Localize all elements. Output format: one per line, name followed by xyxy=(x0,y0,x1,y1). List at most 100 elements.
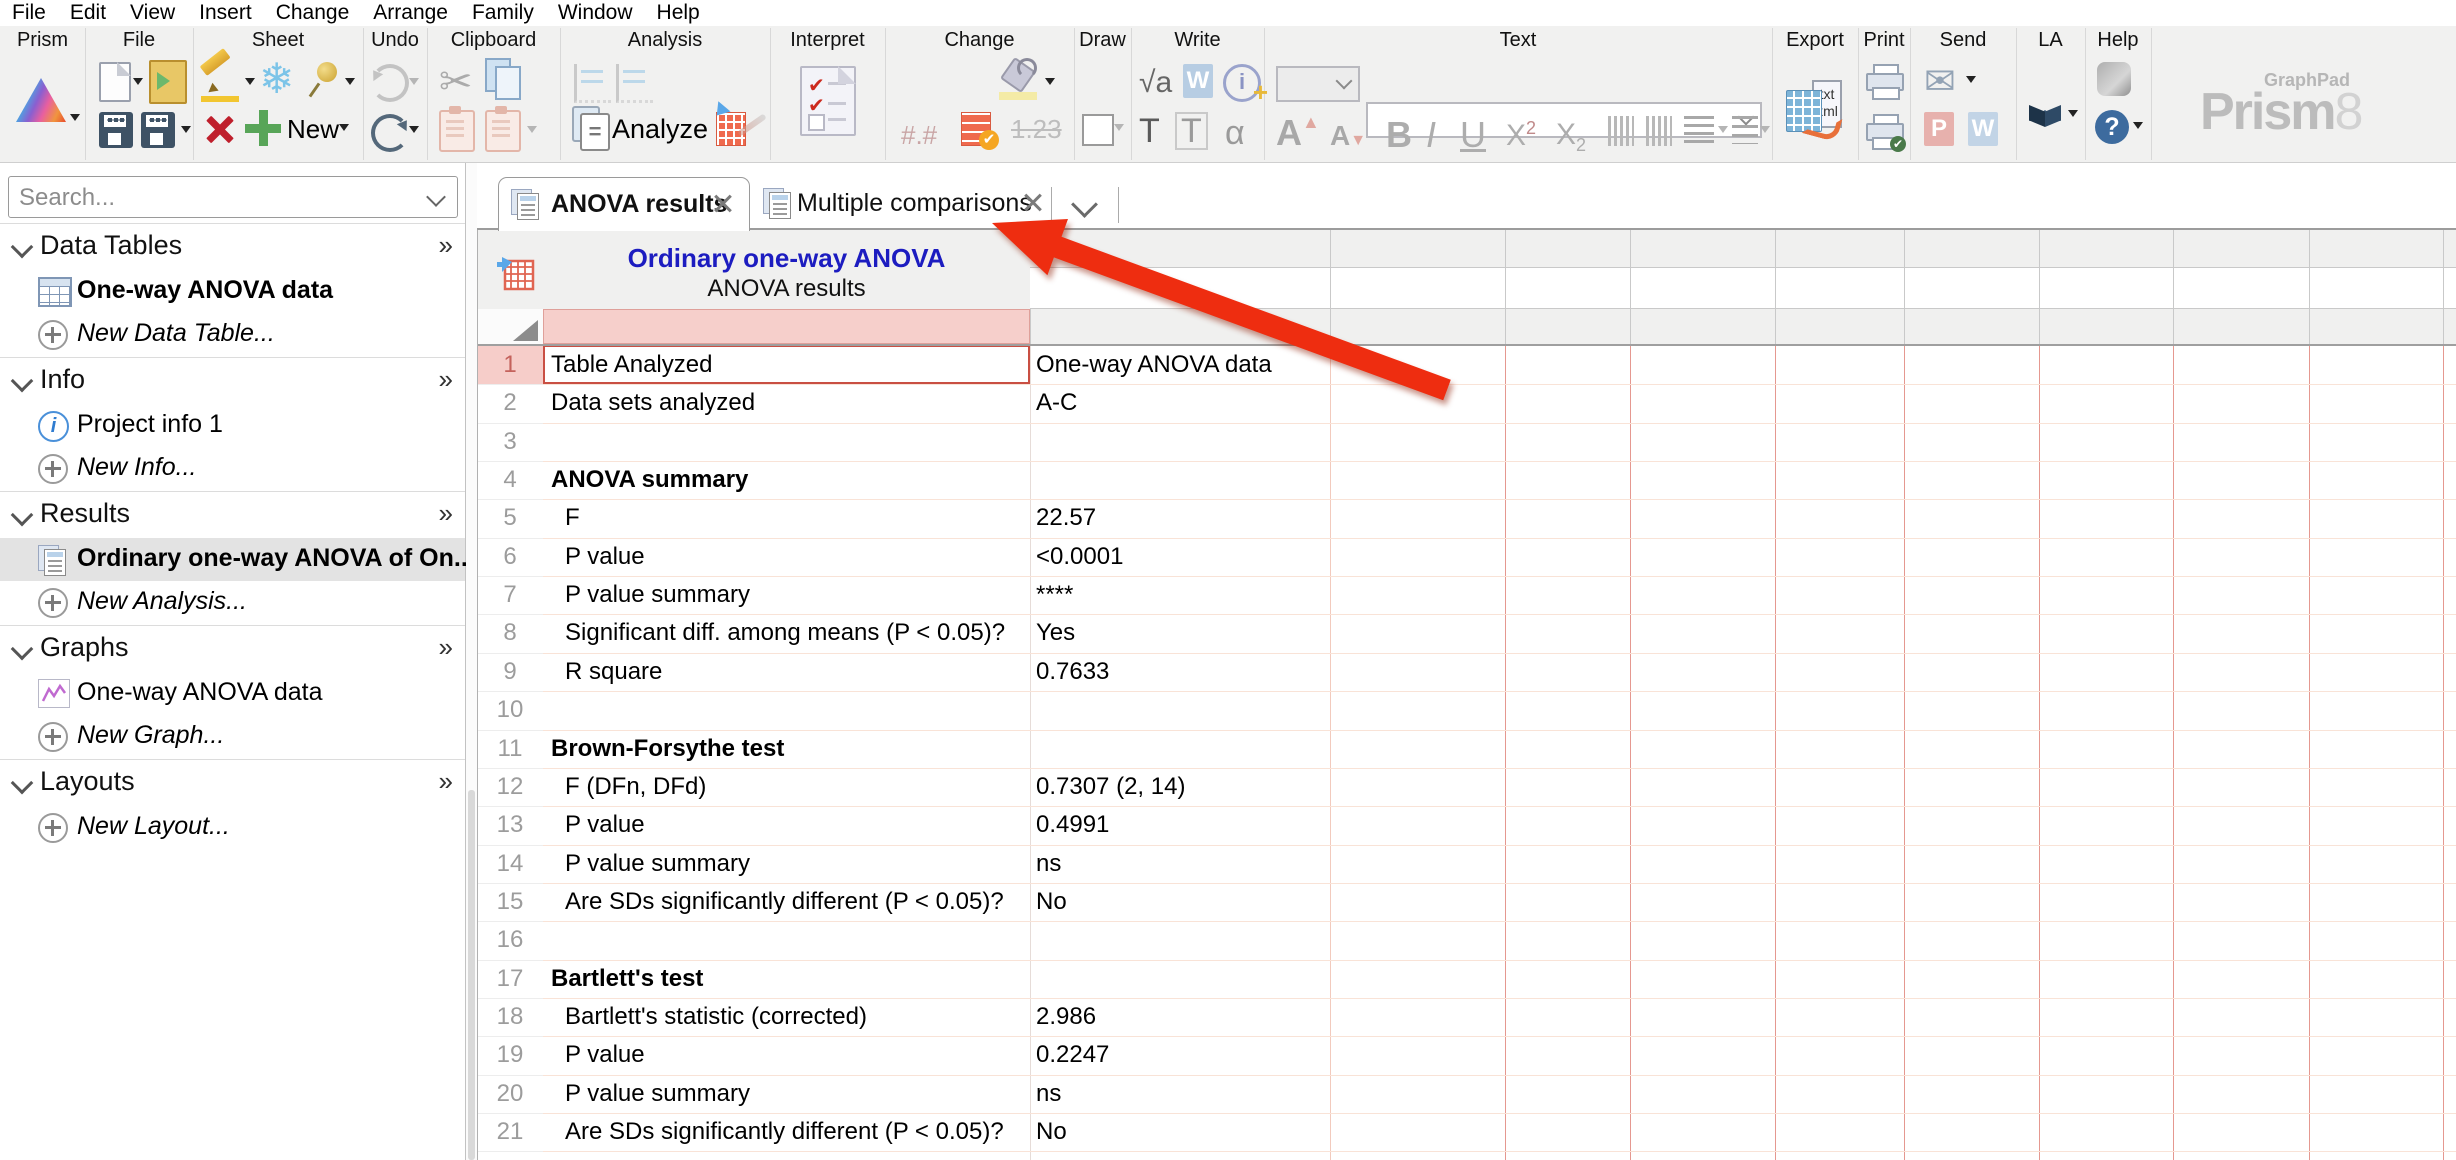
row-number[interactable]: 2 xyxy=(477,384,543,422)
row-label-cell[interactable]: R square xyxy=(565,653,1037,691)
row-value-cell[interactable] xyxy=(1036,461,1326,499)
copy-icon[interactable] xyxy=(485,58,519,98)
superscript-icon[interactable]: X2 xyxy=(1506,118,1536,153)
analyze-button[interactable]: Analyze xyxy=(612,114,708,145)
row-value-cell[interactable]: 0.7633 xyxy=(1036,653,1326,691)
rotate-text-icon[interactable] xyxy=(1608,116,1634,146)
row-number[interactable]: 12 xyxy=(477,768,543,806)
save-dropdown-icon[interactable] xyxy=(181,126,191,138)
row-number[interactable]: 4 xyxy=(477,461,543,499)
row-value-cell[interactable]: 2.986 xyxy=(1036,998,1326,1036)
menu-window[interactable]: Window xyxy=(546,1,645,25)
new-sheet-label[interactable]: New xyxy=(287,114,339,145)
row-label-cell[interactable]: ANOVA summary xyxy=(551,461,1023,499)
number-format-icon[interactable]: #.# xyxy=(901,122,937,148)
subscript-icon[interactable]: X2 xyxy=(1556,118,1586,156)
row-label-cell[interactable] xyxy=(551,1151,1023,1160)
interpret-checklist-icon[interactable]: ✔✔ xyxy=(800,66,856,136)
row-number[interactable]: 7 xyxy=(477,576,543,614)
row-value-cell[interactable]: No xyxy=(1036,1113,1326,1151)
row-value-cell[interactable]: Yes xyxy=(1036,614,1326,652)
new-sheet-icon[interactable] xyxy=(245,110,281,146)
undo-icon[interactable] xyxy=(371,114,409,152)
row-value-cell[interactable]: A-C xyxy=(1036,384,1326,422)
chevron-down-icon[interactable] xyxy=(11,236,34,259)
row-number[interactable]: 3 xyxy=(477,423,543,461)
row-value-cell[interactable]: 0.4991 xyxy=(1036,806,1326,844)
row-number[interactable]: 6 xyxy=(477,538,543,576)
row-label-cell[interactable]: Brown-Forsythe test xyxy=(551,730,1023,768)
analysis-params-icon[interactable] xyxy=(574,64,611,103)
paint-dropdown-icon[interactable] xyxy=(1045,78,1055,90)
pane-splitter[interactable] xyxy=(466,163,477,1160)
row-value-cell[interactable]: <0.0001 xyxy=(1036,538,1326,576)
sidebar-section-data-tables[interactable]: Data Tables» xyxy=(0,225,465,269)
row-label-cell[interactable]: Bartlett's statistic (corrected) xyxy=(565,998,1037,1036)
menu-file[interactable]: File xyxy=(0,1,58,25)
email-dropdown-icon[interactable] xyxy=(1966,76,1976,88)
sidebar-item-new-graph[interactable]: New Graph... xyxy=(0,715,465,758)
search-input[interactable]: Search... xyxy=(8,176,458,218)
font-smaller-icon[interactable]: A▼ xyxy=(1330,120,1366,152)
paste-special-icon[interactable] xyxy=(485,110,521,152)
chevron-down-icon[interactable] xyxy=(11,772,34,795)
row-label-cell[interactable]: P value xyxy=(565,538,1037,576)
section-more-icon[interactable]: » xyxy=(439,632,453,663)
row-label-cell[interactable]: F xyxy=(565,499,1037,537)
new-sheet-dropdown-icon[interactable] xyxy=(339,124,349,136)
tab-list-chevron-icon[interactable] xyxy=(1071,191,1098,218)
email-icon[interactable]: ✉ xyxy=(1924,62,1956,100)
row-number[interactable]: 11 xyxy=(477,730,543,768)
paste-icon[interactable] xyxy=(439,110,475,152)
menu-insert[interactable]: Insert xyxy=(187,1,264,25)
chevron-down-icon[interactable] xyxy=(11,504,34,527)
draw-shape-icon[interactable] xyxy=(1082,114,1114,146)
greek-icon[interactable]: α xyxy=(1225,114,1245,153)
menu-help[interactable]: Help xyxy=(645,1,712,25)
chevron-down-icon[interactable] xyxy=(11,638,34,661)
row-number[interactable]: 10 xyxy=(477,691,543,729)
sidebar-item-ordinary-one-way-anova-of-on[interactable]: Ordinary one-way ANOVA of On... xyxy=(0,538,465,581)
menu-edit[interactable]: Edit xyxy=(58,1,118,25)
help-dropdown-icon[interactable] xyxy=(2133,122,2143,134)
row-value-cell[interactable] xyxy=(1036,960,1326,998)
row-label-cell[interactable]: Are SDs significantly different (P < 0.0… xyxy=(565,1113,1037,1151)
powerpoint-icon[interactable]: P xyxy=(1924,112,1954,146)
draw-dropdown-icon[interactable] xyxy=(1114,124,1124,136)
row-number[interactable]: 16 xyxy=(477,921,543,959)
row-value-cell[interactable]: One-way ANOVA data xyxy=(1036,346,1326,384)
undo-dropdown-icon[interactable] xyxy=(409,126,419,138)
export-icon[interactable]: txtxml xyxy=(1786,80,1842,136)
sidebar-item-project-info-1[interactable]: iProject info 1 xyxy=(0,404,465,447)
sidebar-item-new-data-table[interactable]: New Data Table... xyxy=(0,313,465,356)
row-value-cell[interactable] xyxy=(1036,423,1326,461)
sidebar-section-results[interactable]: Results» xyxy=(0,493,465,537)
row-label-cell[interactable]: Table Analyzed xyxy=(551,346,1023,384)
row-label-cell[interactable] xyxy=(551,921,1023,959)
row-label-cell[interactable]: F (DFn, DFd) xyxy=(565,768,1037,806)
linked-table-icon[interactable] xyxy=(495,251,535,296)
row-number[interactable]: 21 xyxy=(477,1113,543,1151)
align-icon[interactable] xyxy=(1684,116,1714,144)
chevron-down-icon[interactable] xyxy=(11,370,34,393)
close-tab-icon[interactable] xyxy=(1023,193,1043,213)
row-number[interactable]: 13 xyxy=(477,806,543,844)
prism-viewer-icon[interactable] xyxy=(2097,62,2131,96)
prism-menu-dropdown-icon[interactable] xyxy=(70,114,80,126)
splitter-scrollbar-thumb[interactable] xyxy=(468,790,475,1160)
tab-label[interactable]: ANOVA results xyxy=(551,190,727,219)
open-file-icon[interactable] xyxy=(149,60,187,104)
pin-dropdown-icon[interactable] xyxy=(345,78,355,90)
selected-column-header[interactable] xyxy=(543,309,1030,344)
text-tool-icon[interactable]: T xyxy=(1139,112,1160,151)
highlight-sheet-icon[interactable] xyxy=(201,62,241,102)
sidebar-section-graphs[interactable]: Graphs» xyxy=(0,627,465,671)
row-number[interactable]: 9 xyxy=(477,653,543,691)
corner-cell[interactable] xyxy=(477,309,543,344)
sidebar-item-one-way-anova-data[interactable]: One-way ANOVA data xyxy=(0,270,465,313)
save-as-icon[interactable] xyxy=(141,112,175,148)
new-file-icon[interactable] xyxy=(99,62,131,102)
sidebar-item-one-way-anova-data[interactable]: One-way ANOVA data xyxy=(0,672,465,715)
section-more-icon[interactable]: » xyxy=(439,498,453,529)
section-more-icon[interactable]: » xyxy=(439,364,453,395)
